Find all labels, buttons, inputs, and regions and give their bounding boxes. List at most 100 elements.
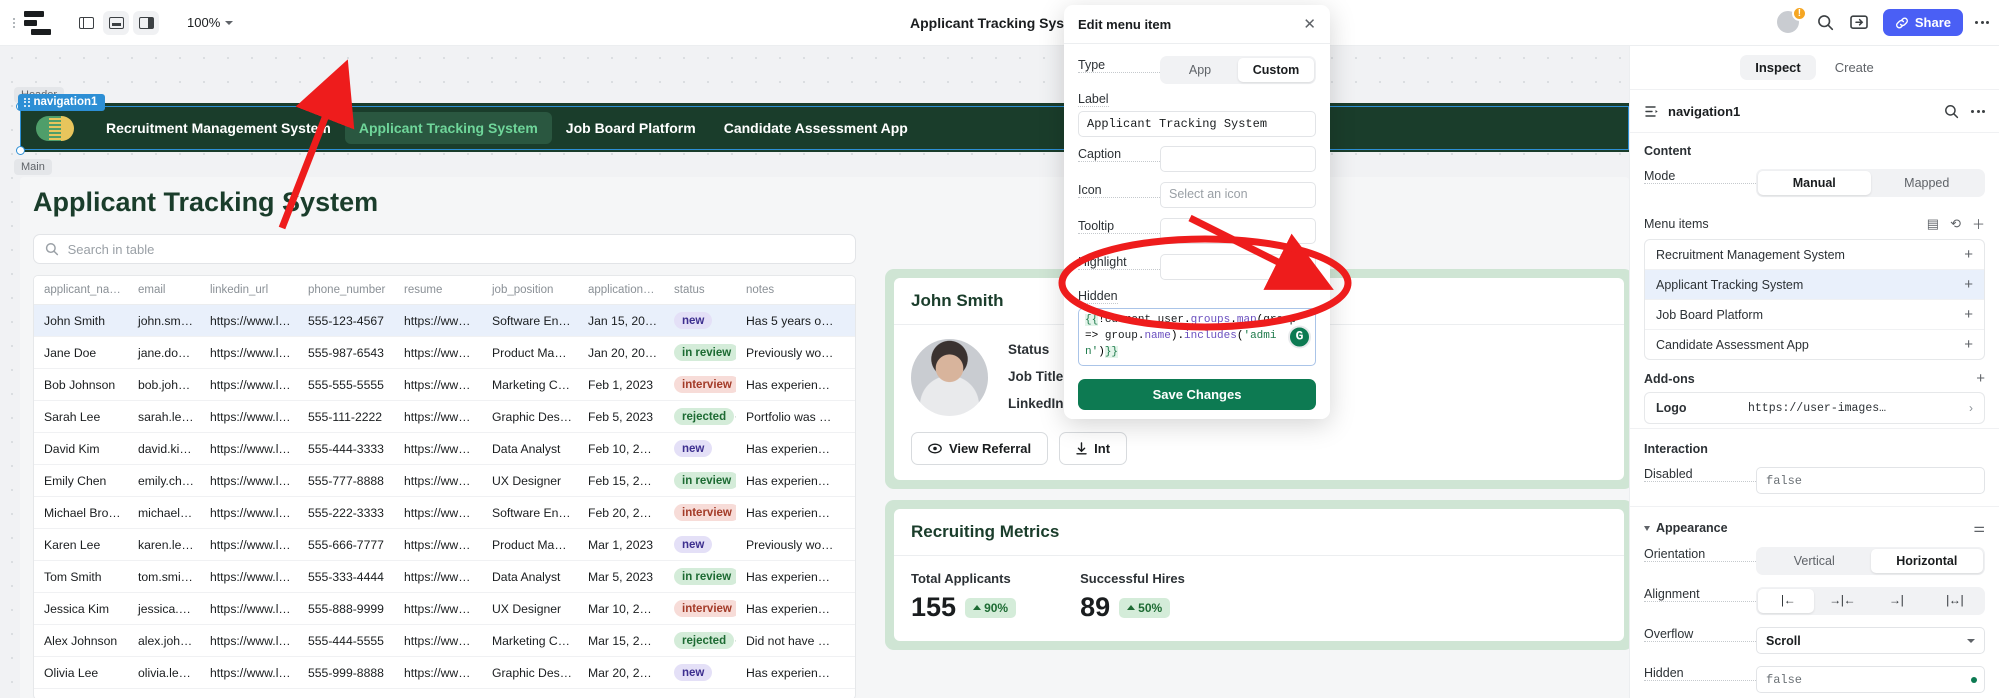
table-row[interactable]: Olivia Leeolivia.lee…https://www.li…555-… (34, 657, 856, 689)
orientation-toggle[interactable]: Vertical Horizontal (1756, 547, 1985, 575)
highlight-input[interactable] (1160, 254, 1316, 280)
alignment-toggle[interactable]: |← →|← →| |↔| (1756, 587, 1985, 615)
cell-linkedin_url: https://www.li… (200, 401, 298, 433)
tab-create[interactable]: Create (1820, 55, 1889, 80)
table-row[interactable]: Jessica Kimjessica.ki…https://www.li…555… (34, 593, 856, 625)
add-menu-item-icon[interactable]: ＋ (1972, 214, 1985, 233)
type-option-app[interactable]: App (1162, 58, 1238, 82)
table-col-header-4[interactable]: resume (394, 276, 482, 305)
type-toggle[interactable]: App Custom (1160, 56, 1316, 84)
cell-application_date: Feb 10, 2023 (578, 433, 664, 465)
save-changes-button[interactable]: Save Changes (1078, 379, 1316, 410)
align-stretch-icon[interactable]: |↔| (1927, 589, 1983, 613)
inspector-menu-item-2[interactable]: Job Board Platform+ (1645, 300, 1984, 330)
menu-item-add-icon[interactable]: + (1964, 247, 1973, 262)
orientation-option-vertical[interactable]: Vertical (1758, 549, 1871, 573)
label-input[interactable] (1078, 111, 1316, 137)
app-logo-icon[interactable] (24, 11, 51, 35)
share-label: Share (1915, 15, 1951, 30)
table-col-header-6[interactable]: application_d… (578, 276, 664, 305)
save-preset-icon[interactable]: ▤ (1927, 216, 1939, 232)
table-col-header-1[interactable]: email (128, 276, 200, 305)
tab-inspect[interactable]: Inspect (1740, 55, 1816, 80)
navigation-component-tag[interactable]: navigation1 (18, 94, 105, 111)
table-col-header-0[interactable]: applicant_name (34, 276, 128, 305)
edit-menu-item-dialog[interactable]: Edit menu item ✕ Type App Custom Label C… (1064, 5, 1330, 419)
inspector-menu-item-3[interactable]: Candidate Assessment App+ (1645, 330, 1984, 359)
reset-icon[interactable]: ⟲ (1950, 216, 1961, 232)
more-options-icon[interactable] (1975, 21, 1989, 24)
share-button[interactable]: Share (1883, 9, 1963, 36)
cell-notes: Has experien… (736, 593, 856, 625)
inspector-menu-item-1[interactable]: Applicant Tracking System+ (1645, 270, 1984, 300)
avatar[interactable]: ! (1775, 9, 1803, 37)
tooltip-input[interactable] (1160, 218, 1316, 244)
menu-item-add-icon[interactable]: + (1964, 337, 1973, 352)
view-referral-button[interactable]: View Referral (911, 432, 1048, 465)
table-col-header-3[interactable]: phone_number (298, 276, 394, 305)
table-col-header-8[interactable]: notes (736, 276, 856, 305)
search-icon[interactable] (1815, 12, 1837, 34)
table-row[interactable]: Karen Leekaren.lee…https://www.li…555-66… (34, 529, 856, 561)
align-right-icon[interactable]: →| (1871, 589, 1927, 613)
table-row[interactable]: Bob Johnsonbob.johns…https://www.li…555-… (34, 369, 856, 401)
icon-input[interactable] (1160, 182, 1316, 208)
caption-input[interactable] (1160, 146, 1316, 172)
table-search-box[interactable] (33, 234, 856, 264)
table-row[interactable]: Alex Johnsonalex.john…https://www.li…555… (34, 625, 856, 657)
orientation-option-horizontal[interactable]: Horizontal (1871, 549, 1984, 573)
table-row[interactable]: John Smithjohn.smit…https://www.li…555-1… (34, 305, 856, 337)
warning-badge: ! (1792, 6, 1807, 21)
chevron-down-icon (1967, 639, 1975, 643)
table-col-header-7[interactable]: status (664, 276, 736, 305)
resize-handle-bottom-left[interactable] (16, 146, 25, 155)
mode-toggle[interactable]: Manual Mapped (1756, 169, 1985, 197)
type-option-custom[interactable]: Custom (1238, 58, 1314, 82)
close-icon[interactable]: ✕ (1303, 17, 1316, 32)
navigation-selection-outline (20, 106, 1629, 150)
table-row[interactable]: Michael Brownmichael.b…https://www.li…55… (34, 497, 856, 529)
table-row[interactable]: Sarah Leesarah.lee…https://www.li…555-11… (34, 401, 856, 433)
generate-icon[interactable]: G (1288, 325, 1311, 348)
highlight-label: Highlight (1078, 251, 1160, 270)
disabled-row: Disabled (1630, 463, 1999, 502)
table-row[interactable]: David Kimdavid.kim…https://www.li…555-44… (34, 433, 856, 465)
overflow-select[interactable]: Scroll (1756, 627, 1985, 654)
table-row[interactable]: Jane Doejane.doe…https://www.li…555-987-… (34, 337, 856, 369)
align-left-icon[interactable]: |← (1758, 589, 1814, 613)
zoom-control[interactable]: 100% (187, 15, 233, 30)
collapse-triangle-icon[interactable] (1644, 526, 1650, 531)
layout-left-panel-button[interactable] (73, 11, 99, 35)
hidden-label: Hidden (1644, 666, 1756, 681)
menu-item-add-icon[interactable]: + (1964, 307, 1973, 322)
disabled-input[interactable] (1756, 467, 1985, 494)
table-row[interactable]: Emily Chenemily.che…https://www.li…555-7… (34, 465, 856, 497)
logo-row[interactable]: Logo https://user-images… › (1644, 392, 1985, 424)
status-badge: rejected (674, 632, 734, 649)
inspector-menu-item-0[interactable]: Recruitment Management System+ (1645, 240, 1984, 270)
mode-option-manual[interactable]: Manual (1758, 171, 1871, 195)
tooltip-label: Tooltip (1078, 215, 1160, 234)
table-col-header-2[interactable]: linkedin_url (200, 276, 298, 305)
hidden-input[interactable] (1756, 666, 1985, 693)
menu-items-label: Menu items (1644, 217, 1916, 231)
align-center-icon[interactable]: →|← (1814, 589, 1870, 613)
preview-icon[interactable] (1849, 12, 1871, 34)
layout-bottom-panel-button[interactable] (103, 11, 129, 35)
menu-item-add-icon[interactable]: + (1964, 277, 1973, 292)
layout-right-panel-button[interactable] (133, 11, 159, 35)
search-input[interactable] (68, 242, 844, 257)
table-col-header-5[interactable]: job_position (482, 276, 578, 305)
applicants-table-wrapper[interactable]: applicant_nameemaillinkedin_urlphone_num… (33, 275, 856, 698)
search-icon[interactable] (1940, 100, 1962, 122)
addons-label: Add-ons (1644, 372, 1976, 386)
add-addon-icon[interactable]: + (1976, 371, 1985, 386)
interview-label: Int (1094, 441, 1110, 456)
interview-button[interactable]: Int (1059, 432, 1127, 465)
cell-application_date: Jan 15, 2023 (578, 305, 664, 337)
appearance-settings-icon[interactable]: ⚌ (1973, 520, 1985, 536)
mode-option-mapped[interactable]: Mapped (1871, 171, 1984, 195)
component-more-icon[interactable] (1971, 110, 1985, 113)
hidden-code-editor[interactable]: {{!current_user.groups.map(group => grou… (1078, 308, 1316, 366)
table-row[interactable]: Tom Smithtom.smit…https://www.li…555-333… (34, 561, 856, 593)
